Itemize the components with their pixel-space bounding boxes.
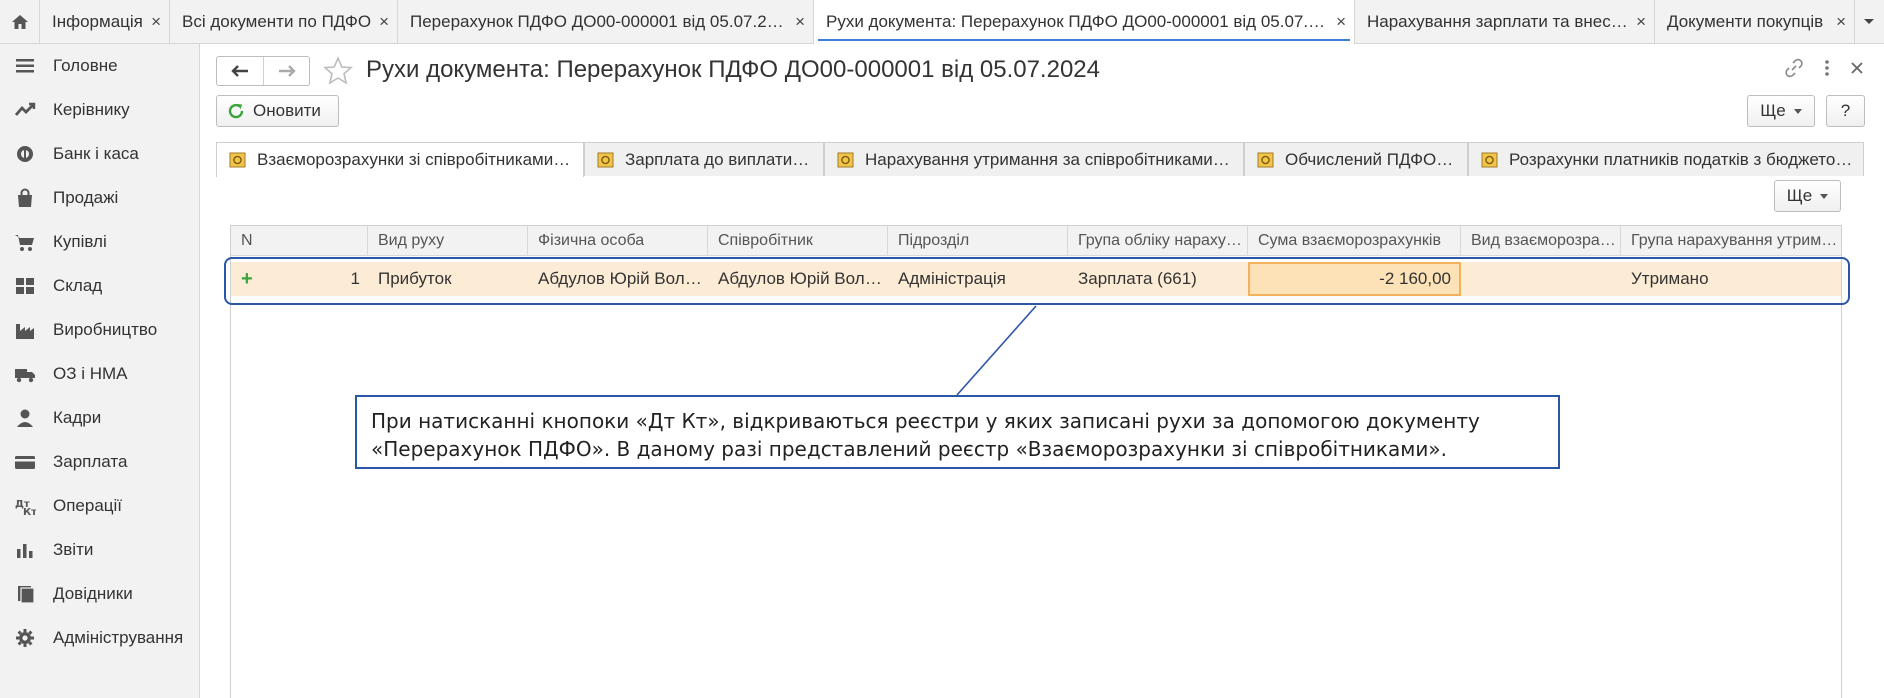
kebab-icon[interactable] (1824, 59, 1830, 77)
menu-icon (16, 59, 34, 73)
close-icon[interactable]: × (1636, 12, 1646, 32)
register-icon (1257, 152, 1274, 168)
person-icon (17, 409, 33, 427)
register-icon (229, 152, 246, 168)
help-button[interactable]: ? (1826, 95, 1865, 127)
dtkt-icon: ДтКт (15, 499, 36, 516)
top-tab-customer-docs[interactable]: Документи покупців × (1655, 0, 1855, 44)
sidebar-item-production[interactable]: Виробництво (0, 312, 199, 348)
top-tab-movements[interactable]: Рухи документа: Перерахунок ПДФО ДО00-00… (814, 0, 1355, 44)
card-icon (15, 456, 35, 469)
history-nav (216, 56, 310, 86)
chevron-down-icon (1793, 108, 1802, 114)
sidebar-item-manager[interactable]: Керівнику (0, 92, 199, 128)
sidebar: Головне Керівнику Банк і каса Продажі Ку… (0, 44, 200, 698)
sidebar-item-fixed-assets[interactable]: ОЗ і НМА (0, 356, 199, 392)
column-header[interactable]: Вид взаєморозрахунків (1461, 226, 1621, 256)
register-icon (1481, 152, 1498, 168)
sidebar-item-hr[interactable]: Кадри (0, 400, 199, 436)
register-icon (837, 152, 854, 168)
column-header[interactable]: Група нарахування утримання (1621, 226, 1841, 256)
table-header: N Вид руху Фізична особа Співробітник Пі… (231, 226, 1841, 256)
column-header[interactable]: Вид руху (368, 226, 528, 256)
tab-mutual-settlements[interactable]: Взаєморозрахунки зі співробітниками (1) (216, 142, 584, 177)
svg-text:Кт: Кт (23, 507, 36, 516)
favorite-star-icon[interactable] (322, 55, 354, 87)
sidebar-item-bank[interactable]: Банк і каса (0, 136, 199, 172)
top-tab-info[interactable]: Інформація × (40, 0, 170, 44)
register-icon (597, 152, 614, 168)
header-actions (1784, 58, 1864, 78)
tab-salary-to-pay[interactable]: Зарплата до виплати (1) (584, 142, 824, 176)
close-icon[interactable]: × (151, 12, 161, 32)
column-header[interactable]: Сума взаєморозрахунків (1248, 226, 1461, 256)
forward-arrow-icon[interactable] (263, 57, 309, 85)
sidebar-item-warehouse[interactable]: Склад (0, 268, 199, 304)
row-highlight-outline (224, 257, 1850, 305)
coins-icon (17, 146, 33, 162)
register-tabs: Взаєморозрахунки зі співробітниками (1) … (216, 140, 1864, 177)
more-button[interactable]: Ще (1747, 95, 1815, 127)
trend-icon (14, 102, 36, 116)
chevron-down-icon (1820, 193, 1829, 199)
chevron-down-icon[interactable] (1862, 14, 1876, 28)
back-arrow-icon[interactable] (217, 57, 263, 85)
gear-icon (16, 629, 34, 647)
column-header[interactable]: Група обліку нарахувань (1068, 226, 1248, 256)
factory-icon (16, 324, 34, 339)
column-header[interactable]: N (231, 226, 368, 256)
close-icon[interactable]: × (379, 12, 389, 32)
page-title: Рухи документа: Перерахунок ПДФО ДО00-00… (366, 56, 1100, 83)
refresh-icon (228, 103, 244, 119)
column-header[interactable]: Підрозділ (888, 226, 1068, 256)
bag-icon (18, 188, 32, 207)
sidebar-item-sales[interactable]: Продажі (0, 180, 199, 216)
sidebar-item-catalogs[interactable]: Довідники (0, 576, 199, 612)
close-icon[interactable]: × (795, 12, 805, 32)
books-icon (18, 586, 35, 604)
top-tab-all-docs[interactable]: Всі документи по ПДФО × (170, 0, 398, 44)
grid-icon (16, 278, 34, 294)
home-icon[interactable] (0, 0, 40, 44)
top-tab-payroll[interactable]: Нарахування зарплати та внесків × (1355, 0, 1655, 44)
sidebar-item-administration[interactable]: Адміністрування (0, 620, 199, 656)
tab-accruals-deductions[interactable]: Нарахування утримання за співробітниками… (824, 142, 1244, 176)
sidebar-item-salary[interactable]: Зарплата (0, 444, 199, 480)
annotation-callout: При натисканні кнопоки «Дт Кт», відкрива… (355, 395, 1560, 469)
sidebar-item-reports[interactable]: Звіти (0, 532, 199, 568)
column-header[interactable]: Фізична особа (528, 226, 708, 256)
truck-icon (15, 369, 35, 383)
sidebar-item-operations[interactable]: Дт Кт Операції (0, 488, 199, 524)
tab-calculated-pit[interactable]: Обчислений ПДФО (1) (1244, 142, 1468, 176)
sidebar-item-main[interactable]: Головне (0, 48, 199, 84)
refresh-button[interactable]: Оновити (216, 95, 339, 127)
close-icon[interactable]: × (1836, 12, 1846, 32)
cart-icon (15, 235, 34, 251)
tab-budget-settlements[interactable]: Розрахунки платників податків з бюджетом… (1468, 142, 1864, 176)
table-more-button[interactable]: Ще (1774, 180, 1841, 212)
top-tab-bar: Інформація × Всі документи по ПДФО × Пер… (0, 0, 1884, 44)
close-icon[interactable] (1850, 61, 1864, 75)
column-header[interactable]: Співробітник (708, 226, 888, 256)
link-icon[interactable] (1784, 58, 1804, 78)
top-tab-recalc-doc[interactable]: Перерахунок ПДФО ДО00-000001 від 05.07.2… (398, 0, 814, 44)
close-icon[interactable]: × (1336, 12, 1346, 32)
bar-chart-icon (17, 544, 33, 558)
sidebar-item-purchases[interactable]: Купівлі (0, 224, 199, 260)
